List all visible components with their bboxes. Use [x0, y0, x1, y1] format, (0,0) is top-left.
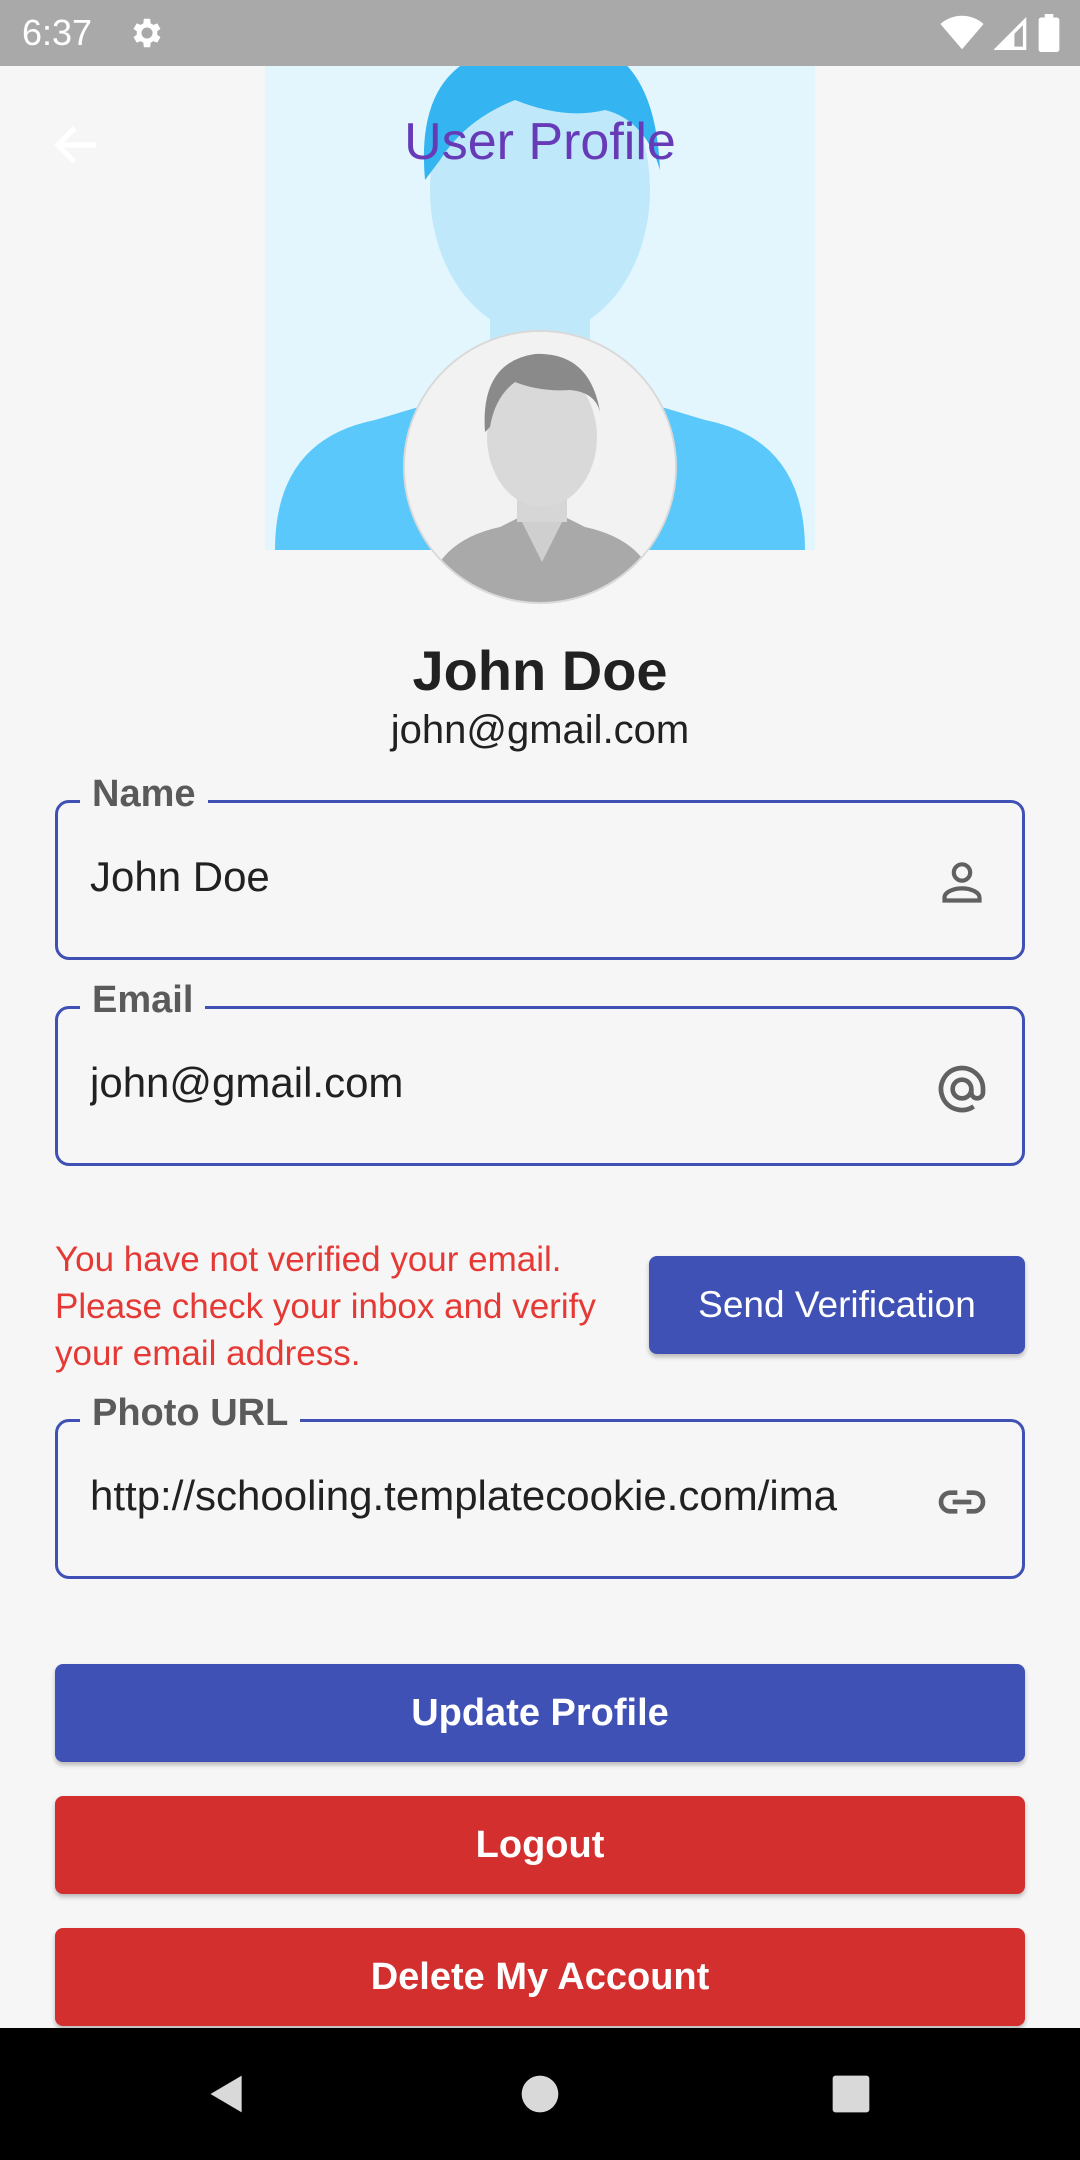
triangle-back-icon[interactable] — [205, 2072, 249, 2116]
verification-warning: You have not verified your email. Please… — [55, 1240, 596, 1373]
name-input[interactable]: John Doe — [90, 853, 910, 901]
circle-home-icon[interactable] — [518, 2072, 562, 2116]
name-field-label: Name — [80, 773, 208, 816]
navigation-bar — [0, 2028, 1080, 2160]
square-recents-icon[interactable] — [829, 2072, 873, 2116]
photo-url-field-label: Photo URL — [80, 1392, 301, 1435]
link-icon — [938, 1490, 986, 1514]
email-field[interactable]: Email john@gmail.com — [55, 979, 1025, 1166]
send-verification-button[interactable]: Send Verification — [649, 1256, 1025, 1354]
photo-url-input[interactable]: http://schooling.templatecookie.com/ima — [90, 1472, 910, 1520]
email-input[interactable]: john@gmail.com — [90, 1059, 910, 1107]
signal-icon — [994, 16, 1027, 50]
at-sign-icon — [938, 1065, 986, 1113]
person-icon — [942, 862, 982, 903]
update-profile-button[interactable]: Update Profile — [55, 1664, 1025, 1762]
profile-screen: 6:37 User Profile John Doe john@gmail.co… — [0, 0, 1080, 2160]
wifi-icon — [940, 15, 984, 50]
status-time: 6:37 — [22, 12, 93, 53]
avatar[interactable] — [403, 330, 677, 604]
system-icons — [940, 14, 1060, 52]
photo-url-field[interactable]: Photo URL http://schooling.templatecooki… — [55, 1392, 1025, 1579]
email-field-label: Email — [80, 979, 206, 1022]
status-bar: 6:37 — [0, 0, 1080, 66]
avatar-placeholder-image — [405, 332, 675, 602]
name-field[interactable]: Name John Doe — [55, 773, 1025, 960]
profile-name: John Doe — [412, 639, 668, 702]
logout-button[interactable]: Logout — [55, 1796, 1025, 1894]
profile-email: john@gmail.com — [390, 708, 690, 752]
gear-icon — [133, 18, 161, 48]
battery-icon — [1038, 14, 1060, 52]
page-title: User Profile — [404, 113, 676, 171]
delete-account-button[interactable]: Delete My Account — [55, 1928, 1025, 2026]
